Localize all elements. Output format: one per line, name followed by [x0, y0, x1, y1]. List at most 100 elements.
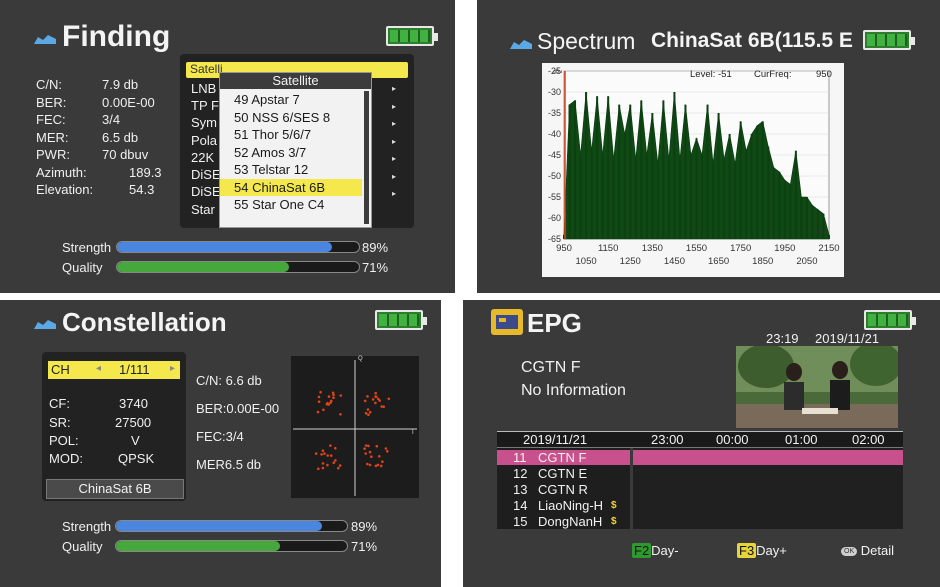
battery-icon [863, 30, 915, 50]
pol-value: V [131, 433, 140, 448]
satellite-item-55[interactable]: 55 Star One C4 [220, 196, 362, 214]
constellation-point [368, 450, 372, 454]
menu-item-lnb[interactable]: LNB [191, 81, 216, 96]
constellation-diagram [293, 360, 417, 496]
epg-program-area [633, 448, 903, 529]
constellation-point [319, 390, 322, 394]
constellation-point [322, 408, 325, 412]
program-block-selected[interactable] [633, 450, 903, 465]
constellation-point [374, 391, 377, 395]
time-slot-2: 00:00 [716, 432, 749, 447]
pwr-label: PWR: [36, 147, 70, 162]
channel-number: 11 [513, 450, 527, 465]
channel-name: CGTN R [538, 482, 588, 497]
satellite-name: ChinaSat 6B [78, 481, 152, 496]
battery-icon [864, 310, 916, 330]
menu-item-polarity[interactable]: Pola [191, 133, 217, 148]
popup-title: Satellite [220, 73, 371, 89]
constellation-point [329, 401, 332, 404]
constellation-point [364, 444, 368, 447]
chevron-right-icon[interactable]: ▸ [170, 363, 175, 374]
clock-time: 23:19 [766, 331, 799, 346]
quality-bar-fill [117, 262, 289, 272]
strength-bar-fill [116, 521, 322, 531]
satellite-item-label: 54 ChinaSat 6B [234, 179, 326, 195]
satellite-item-54-selected[interactable]: 54 ChinaSat 6B [220, 178, 362, 196]
ok-key-icon: OK [841, 546, 858, 556]
satellite-dish-icon [510, 40, 532, 49]
constellation-point [368, 410, 372, 414]
strength-value: 89% [351, 519, 378, 534]
constellation-point [329, 444, 332, 447]
satellite-item-51[interactable]: 51 Thor 5/6/7 [220, 126, 362, 144]
channel-name: LiaoNing-H [538, 498, 604, 513]
battery-icon [386, 26, 438, 46]
satellite-item-53[interactable]: 53 Telstar 12 [220, 161, 362, 179]
satellite-item-49[interactable]: 49 Apstar 7 [220, 91, 362, 109]
current-channel-name: CGTN F [521, 359, 581, 376]
constellation-point [381, 460, 384, 463]
constellation-point [338, 464, 342, 467]
constellation-point [363, 447, 366, 450]
satellite-item-50[interactable]: 50 NSS 6/SES 8 [220, 109, 362, 127]
popup-scrollbar[interactable] [364, 91, 369, 224]
x-tick-label: 1050 [576, 256, 597, 267]
menu-item-start[interactable]: Star [191, 202, 215, 217]
epg-channel-row[interactable]: 14 LiaoNing-H $ [497, 498, 630, 513]
epg-channel-row[interactable]: 15 DongNanH $ [497, 514, 630, 529]
channel-selector[interactable]: CH ◂ 1/111 ▸ [48, 361, 180, 379]
azimuth-label: Azimuth: [36, 165, 87, 180]
f2-button[interactable]: F2 Day- [632, 543, 679, 559]
axis-i-label: I [412, 430, 414, 436]
epg-channel-row[interactable]: 13 CGTN R [497, 482, 630, 497]
constellation-point [339, 394, 343, 397]
constellation-point [364, 452, 367, 455]
ber-label: BER: [36, 95, 67, 110]
epg-channel-row-selected[interactable]: 11 CGTN F [497, 450, 630, 465]
satellite-item-label: 52 Amos 3/7 [234, 144, 307, 160]
menu-item-diseqc1[interactable]: DiSE [191, 167, 221, 182]
satellite-item-52[interactable]: 52 Amos 3/7 [220, 144, 362, 162]
epg-channel-row[interactable]: 12 CGTN E [497, 466, 630, 481]
channel-name: DongNanH [538, 514, 603, 529]
fec-label: FEC: [36, 112, 66, 127]
spectrum-chart: -25-30-35-40-45-50-55-60-65dBuMHz950 1150… [548, 66, 840, 267]
menu-item-symbol[interactable]: Sym [191, 115, 217, 130]
constellation-point [374, 395, 378, 398]
constellation-point [374, 401, 377, 405]
constellation-point [375, 444, 379, 448]
constellation-point [317, 467, 320, 471]
f3-key-icon: F3 [737, 543, 757, 558]
spectrum-panel: Spectrum ChinaSat 6B(115.5 E -25 -30 -35 -4… [477, 0, 940, 293]
y-tick-label: -40 [548, 129, 561, 139]
pol-label: POL: [49, 433, 79, 448]
x-tick-label: 1450 [664, 256, 685, 267]
page-title: Finding [62, 20, 171, 53]
menu-item-diseqc2[interactable]: DiSE [191, 184, 221, 199]
channel-value: 1/111 [119, 362, 150, 377]
y-tick-label: -30 [548, 87, 561, 97]
channel-number: 12 [513, 466, 528, 481]
f2-key-icon: F2 [632, 543, 652, 558]
constellation-panel: Constellation CH ◂ 1/111 ▸ CF: 3740 SR: … [0, 300, 441, 587]
epg-grid: 2019/11/21 23:00 00:00 01:00 02:00 11 CG… [497, 431, 903, 529]
ok-detail-button[interactable]: OK Detail [841, 543, 894, 559]
menu-item-tp[interactable]: TP F [191, 98, 219, 113]
satellite-list: 49 Apstar 7 50 NSS 6/SES 8 51 Thor 5/6/7… [220, 91, 362, 214]
elevation-label: Elevation: [36, 182, 94, 197]
constellation-point [380, 405, 383, 408]
constellation-point [367, 444, 370, 448]
chevron-left-icon[interactable]: ◂ [96, 363, 101, 374]
constellation-point [321, 466, 325, 470]
scrambled-badge: $ [611, 516, 617, 527]
page-title: EPG [527, 308, 582, 338]
f3-button[interactable]: F3 Day+ [737, 543, 787, 559]
constellation-point [325, 402, 329, 406]
menu-item-22k[interactable]: 22K [191, 150, 214, 165]
channel-name: CGTN F [538, 450, 587, 465]
page-title: Spectrum [537, 28, 636, 54]
cf-value: 3740 [119, 396, 148, 411]
cn-readout: C/N: 6.6 db [196, 373, 262, 388]
constellation-point [378, 399, 381, 402]
video-preview [736, 346, 898, 428]
